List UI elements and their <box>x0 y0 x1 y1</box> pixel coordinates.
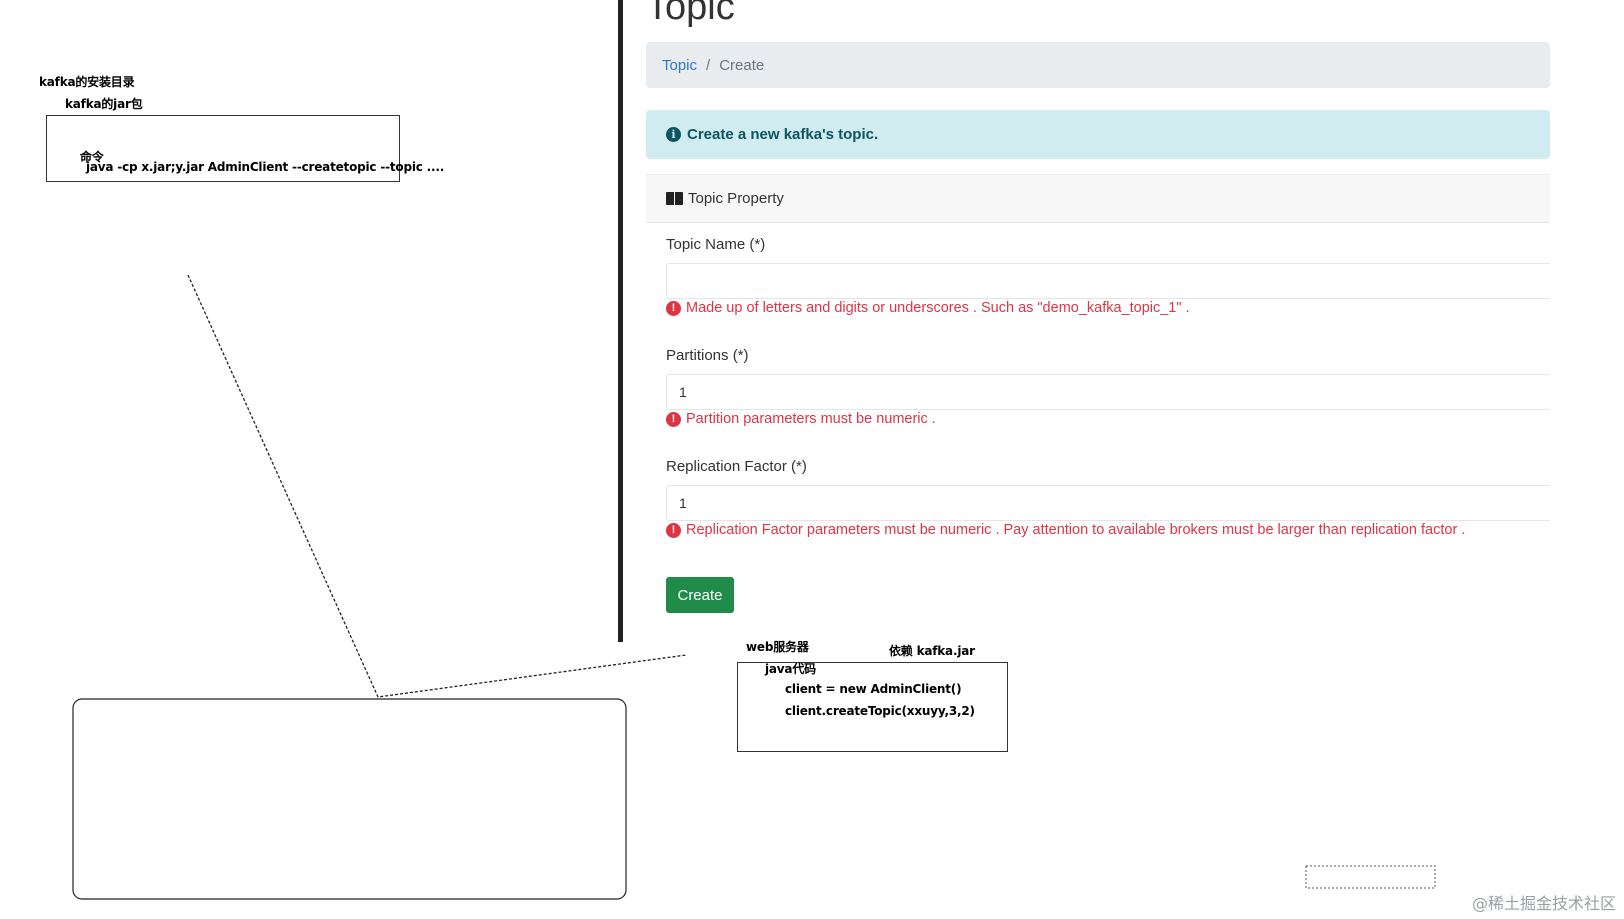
dashed-connector-line <box>187 274 687 698</box>
breadcrumb-separator: / <box>706 56 711 74</box>
info-alert: i Create a new kafka's topic. <box>646 110 1550 159</box>
info-alert-text: Create a new kafka's topic. <box>687 126 879 143</box>
error-icon: ! <box>666 300 681 316</box>
replication-factor-hint: ! Replication Factor parameters must be … <box>666 522 1465 538</box>
breadcrumb-topic-link[interactable]: Topic <box>662 57 697 74</box>
card-header-title: Topic Property <box>688 190 784 207</box>
page-title: Topic <box>646 0 735 28</box>
info-icon: i <box>666 127 681 142</box>
code-line-2: client.createTopic(xxuyy,3,2) <box>785 704 975 718</box>
breadcrumb: Topic / Create <box>646 42 1550 88</box>
topic-name-label: Topic Name (*) <box>666 236 766 253</box>
book-icon <box>666 192 683 205</box>
code-line-1: client = new AdminClient() <box>785 682 962 696</box>
partitions-input[interactable]: 1 <box>666 374 1550 410</box>
topic-property-card: Topic Property Topic Name (*) ! Made up … <box>646 174 1550 632</box>
java-code-note: java代码 <box>765 662 816 676</box>
kafka-install-dir-note: kafka的安装目录 <box>39 75 135 89</box>
topic-name-input[interactable] <box>666 263 1550 299</box>
watermark: @稀土掘金技术社区 <box>1471 894 1616 913</box>
topic-name-hint-text: Made up of letters and digits or undersc… <box>686 300 1190 316</box>
partitions-hint-text: Partition parameters must be numeric . <box>686 411 936 427</box>
partitions-hint: ! Partition parameters must be numeric . <box>666 411 936 427</box>
error-icon: ! <box>666 411 681 427</box>
card-header: Topic Property <box>646 175 1550 223</box>
whiteboard-divider <box>618 0 623 642</box>
replication-factor-label: Replication Factor (*) <box>666 458 807 475</box>
web-server-note: web服务器 <box>746 640 809 654</box>
empty-rounded-box <box>72 698 627 900</box>
breadcrumb-current: Create <box>719 56 765 74</box>
topic-name-hint: ! Made up of letters and digits or under… <box>666 300 1190 316</box>
depends-kafka-jar-note: 依赖 kafka.jar <box>889 644 975 658</box>
replication-factor-input[interactable]: 1 <box>666 485 1550 521</box>
error-icon: ! <box>666 522 681 538</box>
command-text: java -cp x.jar;y.jar AdminClient --creat… <box>86 160 445 174</box>
partitions-label: Partitions (*) <box>666 347 749 364</box>
create-button[interactable]: Create <box>666 577 734 613</box>
replication-factor-hint-text: Replication Factor parameters must be nu… <box>686 522 1466 538</box>
small-dashed-selection <box>1305 865 1436 889</box>
kafka-jar-note: kafka的jar包 <box>65 97 143 111</box>
